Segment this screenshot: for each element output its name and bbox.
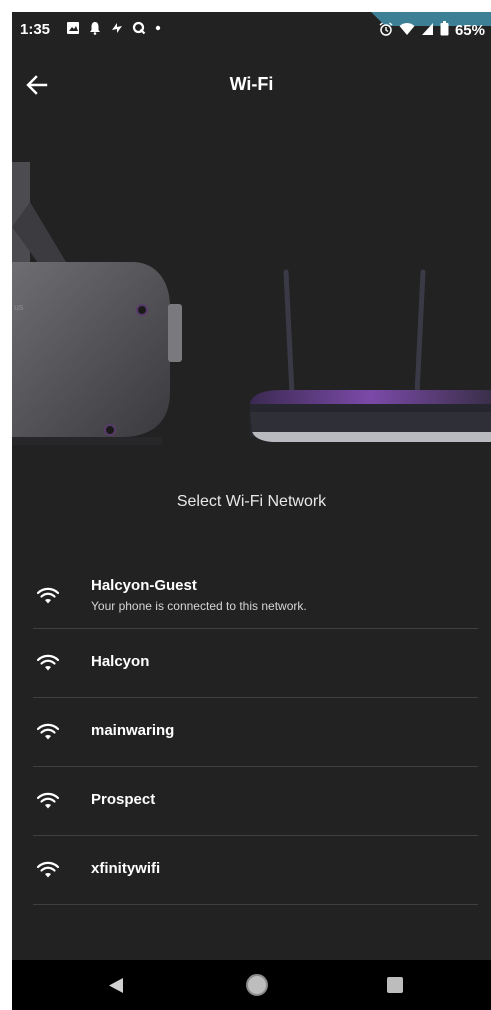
network-row-prospect[interactable]: Prospect — [33, 767, 478, 836]
sync-icon — [110, 21, 124, 38]
network-name: Halcyon-Guest — [91, 577, 197, 594]
dot-icon — [154, 21, 162, 38]
wifi-icon — [36, 722, 60, 742]
network-name: mainwaring — [91, 722, 175, 739]
status-time: 1:35 — [20, 21, 51, 38]
network-row-mainwaring[interactable]: mainwaring — [33, 698, 478, 767]
nav-back-icon[interactable] — [108, 977, 124, 999]
status-left-icons — [66, 21, 162, 38]
battery-icon — [440, 21, 449, 40]
select-network-heading: Select Wi-Fi Network — [176, 493, 327, 510]
cell-signal-icon — [421, 22, 434, 40]
battery-percent: 65% — [454, 22, 485, 39]
system-nav-bar — [12, 960, 491, 1010]
wifi-icon — [36, 586, 60, 606]
network-name: xfinitywifi — [91, 860, 161, 877]
alarm-icon — [379, 21, 393, 40]
page-title: Wi-Fi — [229, 74, 274, 94]
hero-illustration: us — [12, 132, 491, 462]
router-image — [250, 269, 491, 442]
headset-image: us — [12, 162, 182, 445]
status-right-icons: 65% — [379, 21, 485, 40]
app-header: Wi-Fi — [12, 66, 491, 106]
notification-icon — [88, 21, 102, 38]
network-row-xfinitywifi[interactable]: xfinitywifi — [33, 836, 478, 905]
nav-home-icon[interactable] — [246, 974, 268, 996]
svg-text:us: us — [14, 302, 24, 312]
q-app-icon — [132, 21, 146, 38]
network-name: Prospect — [91, 791, 156, 808]
wifi-icon — [36, 653, 60, 673]
wifi-icon — [36, 791, 60, 811]
nav-recents-icon[interactable] — [387, 977, 403, 993]
status-bar: 1:35 65% — [12, 12, 491, 48]
wifi-signal-icon — [399, 22, 415, 40]
app-screen: 1:35 65% Wi-Fi us Select Wi-Fi Network H… — [12, 12, 491, 1010]
network-row-halcyon-guest[interactable]: Halcyon-Guest Your phone is connected to… — [33, 560, 478, 629]
image-icon — [66, 21, 80, 38]
network-row-halcyon[interactable]: Halcyon — [33, 629, 478, 698]
network-connection-status: Your phone is connected to this network. — [91, 599, 307, 613]
wifi-icon — [36, 860, 60, 880]
network-name: Halcyon — [91, 653, 150, 670]
network-list: Halcyon-Guest Your phone is connected to… — [33, 560, 478, 905]
